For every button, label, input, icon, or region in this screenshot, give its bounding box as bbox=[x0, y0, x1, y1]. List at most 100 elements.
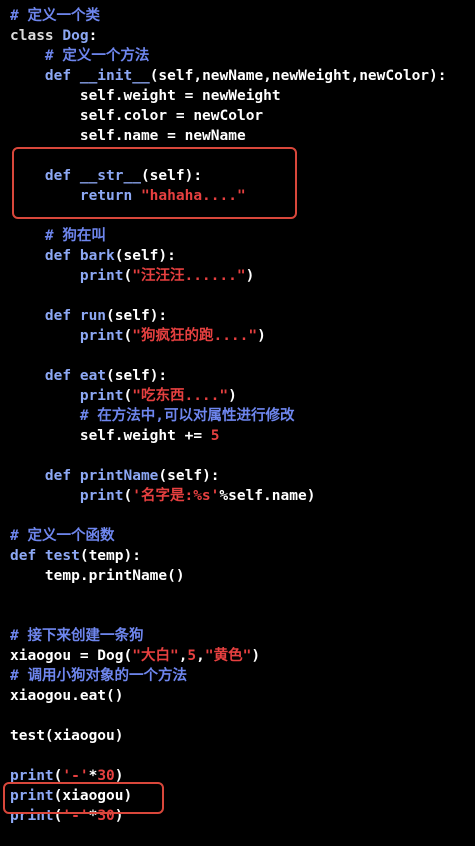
code-token: "狗疯狂的跑...." bbox=[132, 328, 258, 344]
code-token: def bbox=[44, 308, 80, 324]
code-token: print bbox=[79, 488, 124, 504]
code-line: class Dog: bbox=[10, 26, 470, 46]
code-token: print bbox=[79, 388, 124, 404]
code-line: def printName(self): bbox=[10, 466, 470, 486]
code-line: xiaogou = Dog("大白",5,"黄色") bbox=[10, 646, 470, 666]
code-token: (temp): bbox=[79, 548, 141, 564]
code-token: ) bbox=[251, 648, 261, 664]
code-token: print bbox=[79, 328, 124, 344]
highlight-box-str-method bbox=[12, 147, 297, 219]
code-editor[interactable]: # 定义一个类 class Dog: # 定义一个方法 def __init__(… bbox=[10, 6, 470, 826]
code-token: "汪汪汪......" bbox=[132, 268, 246, 284]
code-line: self.weight += 5 bbox=[10, 426, 470, 446]
code-token: # 在方法中,可以对属性进行修改 bbox=[79, 408, 295, 424]
code-token: # 接下来创建一条狗 bbox=[10, 628, 144, 644]
code-token: '名字是:%s' bbox=[132, 488, 220, 504]
code-line: # 狗在叫 bbox=[10, 226, 470, 246]
code-line: test(xiaogou) bbox=[10, 726, 470, 746]
code-line: # 定义一个函数 bbox=[10, 526, 470, 546]
code-line: # 接下来创建一条狗 bbox=[10, 626, 470, 646]
code-token: ) bbox=[228, 388, 237, 404]
code-token: # 定义一个类 bbox=[10, 8, 100, 24]
code-line: print("汪汪汪......") bbox=[10, 266, 470, 286]
code-token: # 定义一个函数 bbox=[10, 528, 115, 544]
code-token: temp.printName() bbox=[10, 568, 185, 584]
code-token: def bbox=[44, 468, 80, 484]
code-line: xiaogou.eat() bbox=[10, 686, 470, 706]
code-token: def bbox=[44, 368, 80, 384]
highlight-box-print-xiaogou bbox=[3, 782, 164, 814]
code-token: ( bbox=[123, 488, 133, 504]
code-editor-screenshot: { "colors": { "background": "#000000", "… bbox=[0, 0, 475, 846]
code-token: class bbox=[10, 28, 63, 44]
code-token: bark bbox=[79, 248, 115, 264]
code-token: def bbox=[44, 68, 80, 84]
code-token: 5 bbox=[187, 648, 197, 664]
code-token: test(xiaogou) bbox=[10, 728, 124, 744]
code-token: self.weight = newWeight bbox=[10, 88, 281, 104]
code-token: ) bbox=[245, 268, 255, 284]
code-line: print('名字是:%s'%self.name) bbox=[10, 486, 470, 506]
code-token: eat bbox=[79, 368, 107, 384]
code-line: def bark(self): bbox=[10, 246, 470, 266]
code-line: self.name = newName bbox=[10, 126, 470, 146]
code-token: ( bbox=[123, 388, 133, 404]
code-line: def run(self): bbox=[10, 306, 470, 326]
code-line: # 在方法中,可以对属性进行修改 bbox=[10, 406, 470, 426]
code-token: (self): bbox=[158, 468, 220, 484]
code-line: def __init__(self,newName,newWeight,newC… bbox=[10, 66, 470, 86]
code-token: (self,newName,newWeight,newColor): bbox=[149, 68, 447, 84]
code-token: __init__ bbox=[79, 68, 150, 84]
code-token: printName bbox=[79, 468, 159, 484]
code-line: def test(temp): bbox=[10, 546, 470, 566]
code-token: ( bbox=[123, 268, 133, 284]
code-token: xiaogou = Dog( bbox=[10, 648, 133, 664]
code-token: ( bbox=[123, 328, 133, 344]
code-line: # 调用小狗对象的一个方法 bbox=[10, 666, 470, 686]
code-token: self.name = newName bbox=[10, 128, 246, 144]
code-token: def bbox=[44, 248, 80, 264]
code-line: def eat(self): bbox=[10, 366, 470, 386]
code-token: def bbox=[10, 548, 45, 564]
code-token: (self): bbox=[106, 308, 168, 324]
code-token: xiaogou.eat() bbox=[10, 688, 124, 704]
code-token: # 定义一个方法 bbox=[44, 48, 150, 64]
code-line: print("吃东西....") bbox=[10, 386, 470, 406]
code-token: "黄色" bbox=[204, 648, 252, 664]
code-token: (self): bbox=[106, 368, 168, 384]
code-token: Dog bbox=[62, 28, 89, 44]
code-token: %self.name) bbox=[219, 488, 316, 504]
code-token: # 狗在叫 bbox=[44, 228, 106, 244]
code-line: temp.printName() bbox=[10, 566, 470, 586]
code-line: print("狗疯狂的跑....") bbox=[10, 326, 470, 346]
code-line: # 定义一个方法 bbox=[10, 46, 470, 66]
code-line: self.color = newColor bbox=[10, 106, 470, 126]
code-token: "大白" bbox=[132, 648, 179, 664]
code-token: (self): bbox=[114, 248, 176, 264]
code-token: : bbox=[88, 28, 98, 44]
code-token: self.weight += bbox=[10, 428, 211, 444]
code-token: print bbox=[79, 268, 124, 284]
code-token: ) bbox=[257, 328, 266, 344]
code-token: run bbox=[79, 308, 107, 324]
